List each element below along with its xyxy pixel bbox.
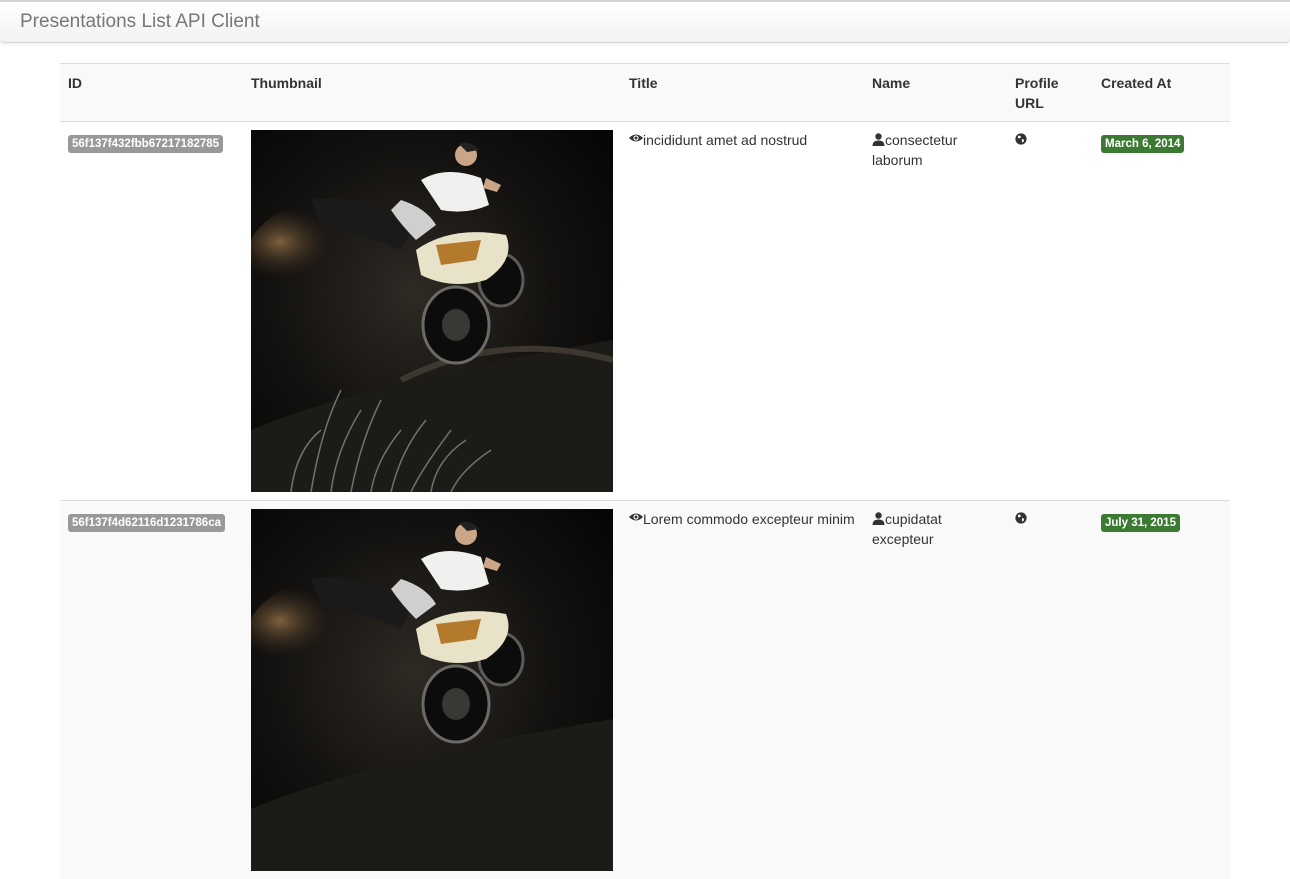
- table-header-row: ID Thumbnail Title Name Profile URL Crea…: [60, 64, 1230, 122]
- created-at-cell: July 31, 2015: [1093, 501, 1230, 879]
- id-label: 56f137f4d62116d1231786ca: [68, 514, 225, 532]
- created-at-label: March 6, 2014: [1101, 135, 1184, 153]
- thumbnail-image[interactable]: [251, 130, 613, 492]
- id-cell: 56f137f432fbb67217182785: [60, 122, 243, 501]
- title-cell: Lorem commodo excepteur minim: [621, 501, 864, 879]
- profile-url-cell: [1007, 501, 1093, 879]
- title-cell: incididunt amet ad nostrud: [621, 122, 864, 501]
- table-row: 56f137f432fbb67217182785: [60, 122, 1230, 501]
- presentation-title[interactable]: incididunt amet ad nostrud: [643, 132, 807, 148]
- eye-icon: [629, 133, 643, 143]
- column-header-name: Name: [864, 64, 1007, 122]
- globe-icon[interactable]: [1015, 512, 1027, 524]
- column-header-created-at: Created At: [1093, 64, 1230, 122]
- globe-icon[interactable]: [1015, 133, 1027, 145]
- name-cell: cupidatat excepteur: [864, 501, 1007, 879]
- presentations-table-container: ID Thumbnail Title Name Profile URL Crea…: [60, 63, 1230, 879]
- column-header-id: ID: [60, 64, 243, 122]
- navbar: Presentations List API Client: [0, 0, 1290, 43]
- user-icon: [872, 133, 885, 146]
- eye-icon: [629, 512, 643, 522]
- id-label: 56f137f432fbb67217182785: [68, 135, 223, 153]
- created-at-cell: March 6, 2014: [1093, 122, 1230, 501]
- app-title[interactable]: Presentations List API Client: [20, 11, 260, 33]
- thumbnail-cell: [243, 501, 621, 879]
- name-cell: consectetur laborum: [864, 122, 1007, 501]
- thumbnail-cell: [243, 122, 621, 501]
- column-header-thumbnail: Thumbnail: [243, 64, 621, 122]
- column-header-title: Title: [621, 64, 864, 122]
- author-name[interactable]: consectetur laborum: [872, 132, 957, 168]
- presentations-table: ID Thumbnail Title Name Profile URL Crea…: [60, 63, 1230, 879]
- table-row: 56f137f4d62116d1231786ca: [60, 501, 1230, 879]
- presentation-title[interactable]: Lorem commodo excepteur minim: [643, 511, 855, 527]
- id-cell: 56f137f4d62116d1231786ca: [60, 501, 243, 879]
- profile-url-cell: [1007, 122, 1093, 501]
- thumbnail-image[interactable]: [251, 509, 613, 871]
- created-at-label: July 31, 2015: [1101, 514, 1180, 532]
- column-header-profile-url: Profile URL: [1007, 64, 1093, 122]
- user-icon: [872, 512, 885, 525]
